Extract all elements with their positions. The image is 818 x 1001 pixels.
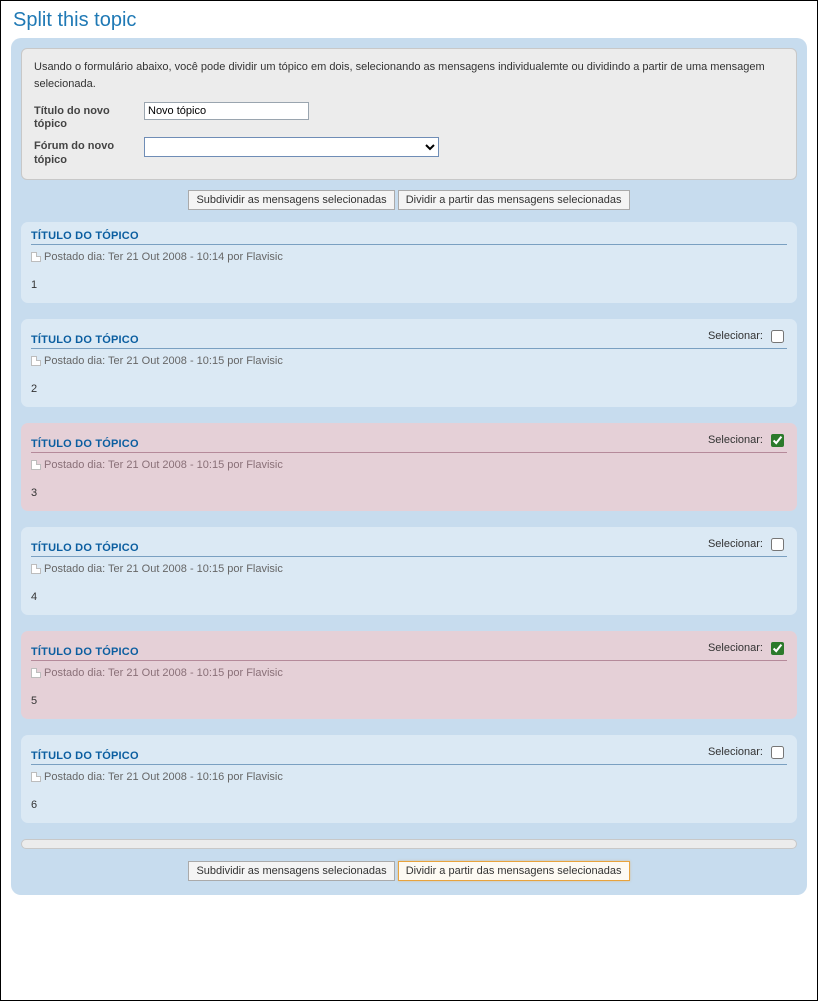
page-title: Split this topic bbox=[13, 9, 807, 32]
select-label: Selecionar: bbox=[708, 330, 763, 342]
post-header: TÍTULO DO TÓPICO Selecionar: bbox=[31, 639, 787, 661]
select-label: Selecionar: bbox=[708, 746, 763, 758]
post-header: TÍTULO DO TÓPICO Selecionar: bbox=[31, 431, 787, 453]
post-icon bbox=[31, 772, 41, 782]
new-title-input[interactable] bbox=[144, 102, 309, 120]
button-row-top: Subdividir as mensagens selecionadas Div… bbox=[21, 190, 797, 210]
post-title-link[interactable]: TÍTULO DO TÓPICO bbox=[31, 750, 139, 762]
post-meta: Postado dia: Ter 21 Out 2008 - 10:14 por… bbox=[31, 251, 787, 263]
post: TÍTULO DO TÓPICO Selecionar: Postado dia: … bbox=[21, 423, 797, 511]
intro-box: Usando o formulário abaixo, você pode di… bbox=[21, 48, 797, 180]
select-wrap: Selecionar: bbox=[708, 327, 787, 346]
post-meta-text: Postado dia: Ter 21 Out 2008 - 10:16 por… bbox=[44, 771, 283, 783]
post-icon bbox=[31, 668, 41, 678]
split-from-button-bottom[interactable]: Dividir a partir das mensagens seleciona… bbox=[398, 861, 630, 881]
select-wrap: Selecionar: bbox=[708, 743, 787, 762]
post-body: 1 bbox=[31, 279, 787, 291]
post-icon bbox=[31, 460, 41, 470]
post-meta-text: Postado dia: Ter 21 Out 2008 - 10:14 por… bbox=[44, 251, 283, 263]
post-meta: Postado dia: Ter 21 Out 2008 - 10:15 por… bbox=[31, 459, 787, 471]
post-title-link[interactable]: TÍTULO DO TÓPICO bbox=[31, 334, 139, 346]
post-title-link[interactable]: TÍTULO DO TÓPICO bbox=[31, 542, 139, 554]
post-body: 5 bbox=[31, 695, 787, 707]
post-icon bbox=[31, 252, 41, 262]
select-checkbox[interactable] bbox=[771, 434, 784, 447]
post: TÍTULO DO TÓPICO Selecionar: Postado dia: … bbox=[21, 631, 797, 719]
post-title-link[interactable]: TÍTULO DO TÓPICO bbox=[31, 230, 139, 242]
post-title-link[interactable]: TÍTULO DO TÓPICO bbox=[31, 646, 139, 658]
select-checkbox[interactable] bbox=[771, 642, 784, 655]
select-checkbox[interactable] bbox=[771, 746, 784, 759]
select-checkbox[interactable] bbox=[771, 538, 784, 551]
post-meta: Postado dia: Ter 21 Out 2008 - 10:15 por… bbox=[31, 355, 787, 367]
post-header: TÍTULO DO TÓPICO bbox=[31, 230, 787, 245]
post-meta-text: Postado dia: Ter 21 Out 2008 - 10:15 por… bbox=[44, 667, 283, 679]
post-header: TÍTULO DO TÓPICO Selecionar: bbox=[31, 743, 787, 765]
post-header: TÍTULO DO TÓPICO Selecionar: bbox=[31, 327, 787, 349]
post-meta-text: Postado dia: Ter 21 Out 2008 - 10:15 por… bbox=[44, 459, 283, 471]
post: TÍTULO DO TÓPICO Postado dia: Ter 21 Out … bbox=[21, 222, 797, 303]
post-body: 3 bbox=[31, 487, 787, 499]
label-new-title: Título do novo tópico bbox=[34, 102, 144, 131]
select-wrap: Selecionar: bbox=[708, 431, 787, 450]
post-icon bbox=[31, 564, 41, 574]
new-forum-select[interactable] bbox=[144, 137, 439, 157]
post: TÍTULO DO TÓPICO Selecionar: Postado dia: … bbox=[21, 735, 797, 823]
posts-container: TÍTULO DO TÓPICO Postado dia: Ter 21 Out … bbox=[21, 222, 797, 823]
post-meta-text: Postado dia: Ter 21 Out 2008 - 10:15 por… bbox=[44, 355, 283, 367]
select-label: Selecionar: bbox=[708, 434, 763, 446]
select-wrap: Selecionar: bbox=[708, 639, 787, 658]
post: TÍTULO DO TÓPICO Selecionar: Postado dia: … bbox=[21, 527, 797, 615]
split-selected-button-bottom[interactable]: Subdividir as mensagens selecionadas bbox=[188, 861, 394, 881]
select-label: Selecionar: bbox=[708, 538, 763, 550]
post-body: 2 bbox=[31, 383, 787, 395]
post: TÍTULO DO TÓPICO Selecionar: Postado dia: … bbox=[21, 319, 797, 407]
intro-text: Usando o formulário abaixo, você pode di… bbox=[34, 59, 784, 92]
post-icon bbox=[31, 356, 41, 366]
post-title-link[interactable]: TÍTULO DO TÓPICO bbox=[31, 438, 139, 450]
post-meta: Postado dia: Ter 21 Out 2008 - 10:15 por… bbox=[31, 667, 787, 679]
row-new-forum: Fórum do novo tópico bbox=[34, 137, 784, 166]
split-from-button[interactable]: Dividir a partir das mensagens seleciona… bbox=[398, 190, 630, 210]
select-checkbox[interactable] bbox=[771, 330, 784, 343]
bottom-panel bbox=[21, 839, 797, 849]
post-meta-text: Postado dia: Ter 21 Out 2008 - 10:15 por… bbox=[44, 563, 283, 575]
row-new-title: Título do novo tópico bbox=[34, 102, 784, 131]
post-body: 6 bbox=[31, 799, 787, 811]
main-panel: Usando o formulário abaixo, você pode di… bbox=[11, 38, 807, 895]
button-row-bottom: Subdividir as mensagens selecionadas Div… bbox=[21, 861, 797, 881]
select-label: Selecionar: bbox=[708, 642, 763, 654]
select-wrap: Selecionar: bbox=[708, 535, 787, 554]
post-header: TÍTULO DO TÓPICO Selecionar: bbox=[31, 535, 787, 557]
post-meta: Postado dia: Ter 21 Out 2008 - 10:16 por… bbox=[31, 771, 787, 783]
split-selected-button[interactable]: Subdividir as mensagens selecionadas bbox=[188, 190, 394, 210]
label-new-forum: Fórum do novo tópico bbox=[34, 137, 144, 166]
post-meta: Postado dia: Ter 21 Out 2008 - 10:15 por… bbox=[31, 563, 787, 575]
post-body: 4 bbox=[31, 591, 787, 603]
